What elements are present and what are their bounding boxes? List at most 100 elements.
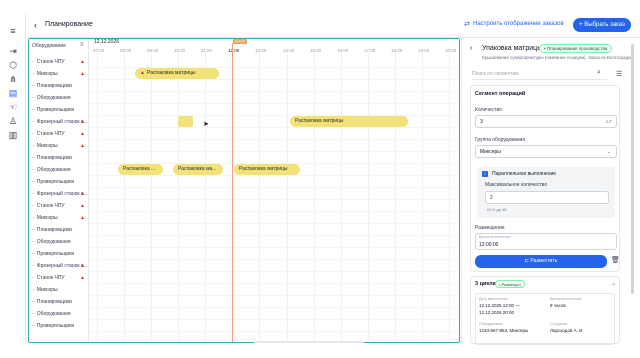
login-icon[interactable]: ⇥ bbox=[8, 46, 18, 56]
row-dash: – bbox=[32, 215, 35, 221]
operation-bar[interactable]: Распаковка ... bbox=[118, 164, 163, 175]
equipment-row[interactable]: – Планировщики bbox=[29, 296, 89, 308]
filter-icon[interactable]: ☰ bbox=[616, 70, 622, 78]
max-label: Максимальное количество bbox=[485, 182, 548, 188]
hand-icon[interactable]: ☜ bbox=[8, 102, 18, 112]
equipment-row-label: Станок ЧПУ bbox=[36, 275, 65, 281]
equipment-list: Оборудование ≡ – Станок ЧПУ ▲ – Миксеры ▲ – Пла… bbox=[29, 39, 89, 342]
row-dash: – bbox=[32, 275, 35, 281]
operation-bar-label: Распаковка матрицы bbox=[295, 118, 344, 124]
operation-bar[interactable]: ▲ Распаковка матрицы bbox=[135, 68, 219, 79]
mouse-cursor-icon: ➤ bbox=[203, 121, 209, 128]
group-label: Группа оборудования bbox=[475, 137, 526, 143]
cycles-card: 3 цикла • Размещен ⌄ Дата выполнения 12.… bbox=[470, 276, 620, 345]
scroll-thumb[interactable] bbox=[631, 44, 634, 294]
hour-gridline bbox=[341, 53, 342, 342]
hour-gridline bbox=[205, 53, 206, 342]
cycle-item[interactable]: Дата выполнения 12.12.2025 12:00 — 12.12… bbox=[475, 293, 615, 345]
hour-gridline bbox=[314, 53, 315, 342]
worker-value: Ларсходов А. И. bbox=[550, 328, 584, 333]
cube-icon[interactable]: ⬡ bbox=[8, 60, 18, 70]
search-icon[interactable]: ⌕ bbox=[597, 69, 601, 77]
row-gridline bbox=[89, 283, 459, 284]
equipment-row-label: Станок ЧПУ bbox=[36, 203, 65, 209]
parallel-checkbox[interactable]: ✓ bbox=[482, 171, 488, 177]
operation-bar-label: Распаковка ... bbox=[123, 166, 156, 172]
hour-gridline bbox=[259, 53, 260, 342]
building-icon[interactable]: ▥ bbox=[8, 130, 18, 140]
quantity-field[interactable]: 3 шт bbox=[475, 115, 617, 128]
row-gridline bbox=[89, 271, 459, 272]
warning-icon: ▲ bbox=[80, 59, 85, 65]
operation-bar[interactable]: Распаковка матрицы bbox=[234, 164, 300, 175]
start-value-1: 12.12.2025 12:00 — bbox=[479, 303, 520, 308]
equipment-row[interactable]: – Проверяльщики bbox=[29, 104, 89, 116]
choose-order-button[interactable]: + Выбрать заказ bbox=[573, 18, 631, 32]
equipment-group-select[interactable]: Миксеры ⌄ bbox=[475, 145, 617, 158]
back-icon[interactable]: ‹ bbox=[34, 20, 37, 30]
hour-tick-label: 10:00 bbox=[174, 48, 186, 53]
equipment-row[interactable]: – Планировщики bbox=[29, 80, 89, 92]
row-dash: – bbox=[32, 83, 35, 89]
panel-scrollbar[interactable] bbox=[631, 38, 635, 344]
operation-bar[interactable] bbox=[178, 116, 193, 127]
trash-icon[interactable]: 🗑 bbox=[611, 256, 620, 264]
max-quantity-input[interactable]: 2 bbox=[485, 191, 609, 204]
chevron-down-icon[interactable]: ⌄ bbox=[611, 280, 616, 287]
horizontal-scrollbar[interactable] bbox=[254, 341, 364, 343]
row-dash: – bbox=[32, 179, 35, 185]
equipment-row[interactable]: – Оборудование bbox=[29, 92, 89, 104]
parallel-section: ✓ Параллельное выполнение Максимальное к… bbox=[477, 167, 615, 218]
equipment-row[interactable]: – Оборудование bbox=[29, 308, 89, 320]
equipment-row[interactable]: – Миксеры bbox=[29, 284, 89, 296]
row-gridline bbox=[89, 235, 459, 236]
equipment-row-label: Станок ЧПУ bbox=[36, 131, 65, 137]
column-menu-icon[interactable]: ≡ bbox=[80, 42, 84, 48]
panel-subtitle: Крышевание супергарнитуры (название пози… bbox=[482, 55, 631, 60]
equipment-row[interactable]: – Планировщики bbox=[29, 152, 89, 164]
segment-search-input[interactable]: Поиск по сегментам bbox=[472, 69, 607, 80]
quantity-unit: шт bbox=[605, 119, 612, 125]
hour-gridline bbox=[151, 53, 152, 342]
equipment-row[interactable]: – Проверяльщики bbox=[29, 248, 89, 260]
row-dash: – bbox=[32, 119, 35, 125]
share-nodes-icon[interactable]: ⋔ bbox=[8, 74, 18, 84]
place-button[interactable]: ⊏ Разместить bbox=[475, 255, 607, 268]
status-badge: • Планирование производства bbox=[539, 44, 613, 53]
hour-tick-label: 20:00 bbox=[445, 48, 457, 53]
back-icon[interactable]: ‹ bbox=[470, 45, 472, 52]
configure-orders-link[interactable]: Настроить отображение заказов bbox=[473, 21, 564, 27]
equipment-row[interactable]: – Планировщики bbox=[29, 224, 89, 236]
warning-icon: ▲ bbox=[80, 191, 85, 197]
equipment-row[interactable]: – Оборудование bbox=[29, 164, 89, 176]
equipment-value: 1234-567-863, Миксеры bbox=[479, 328, 529, 333]
current-time-line bbox=[232, 43, 233, 342]
duration-value: 8 часов bbox=[550, 303, 566, 308]
grid-menu-icon[interactable]: ≡ bbox=[8, 26, 18, 36]
equipment-row-label: Оборудование bbox=[36, 311, 71, 317]
operation-bar-label: Распаковка ма... bbox=[178, 166, 217, 172]
group-value: Миксеры bbox=[480, 149, 501, 155]
warning-icon: ▲ bbox=[80, 215, 85, 221]
hour-gridline bbox=[97, 53, 98, 342]
chart-icon[interactable]: ▤ bbox=[8, 88, 18, 98]
current-time-tag: Сейчас bbox=[233, 39, 247, 44]
row-gridline bbox=[89, 211, 459, 212]
equipment-row[interactable]: – Проверяльщики bbox=[29, 320, 89, 332]
operation-bar[interactable]: Распаковка ма... bbox=[173, 164, 223, 175]
hour-tick-label: 12:00 bbox=[228, 48, 240, 53]
user-icon[interactable]: ♙ bbox=[8, 116, 18, 126]
quantity-label: Количество bbox=[475, 107, 502, 113]
execution-time-field[interactable]: Время выполнения 12:00:00 bbox=[475, 233, 617, 250]
row-gridline bbox=[89, 259, 459, 260]
placement-label: Размещение bbox=[475, 225, 505, 231]
duration-label: Время выполнения bbox=[550, 297, 582, 301]
row-dash: – bbox=[32, 167, 35, 173]
equipment-row[interactable]: – Проверяльщики bbox=[29, 176, 89, 188]
equipment-row[interactable]: – Оборудование bbox=[29, 236, 89, 248]
timeline-date: 12.12.2025 bbox=[94, 39, 120, 45]
timeline-grid[interactable]: 12.12.2025 07:00 08:00 09:00 10:00 11:00 12:0… bbox=[89, 39, 459, 342]
operation-bar[interactable]: Распаковка матрицы bbox=[290, 116, 408, 127]
start-label: Дата выполнения bbox=[479, 297, 508, 301]
warning-icon: ▲ bbox=[80, 275, 85, 281]
